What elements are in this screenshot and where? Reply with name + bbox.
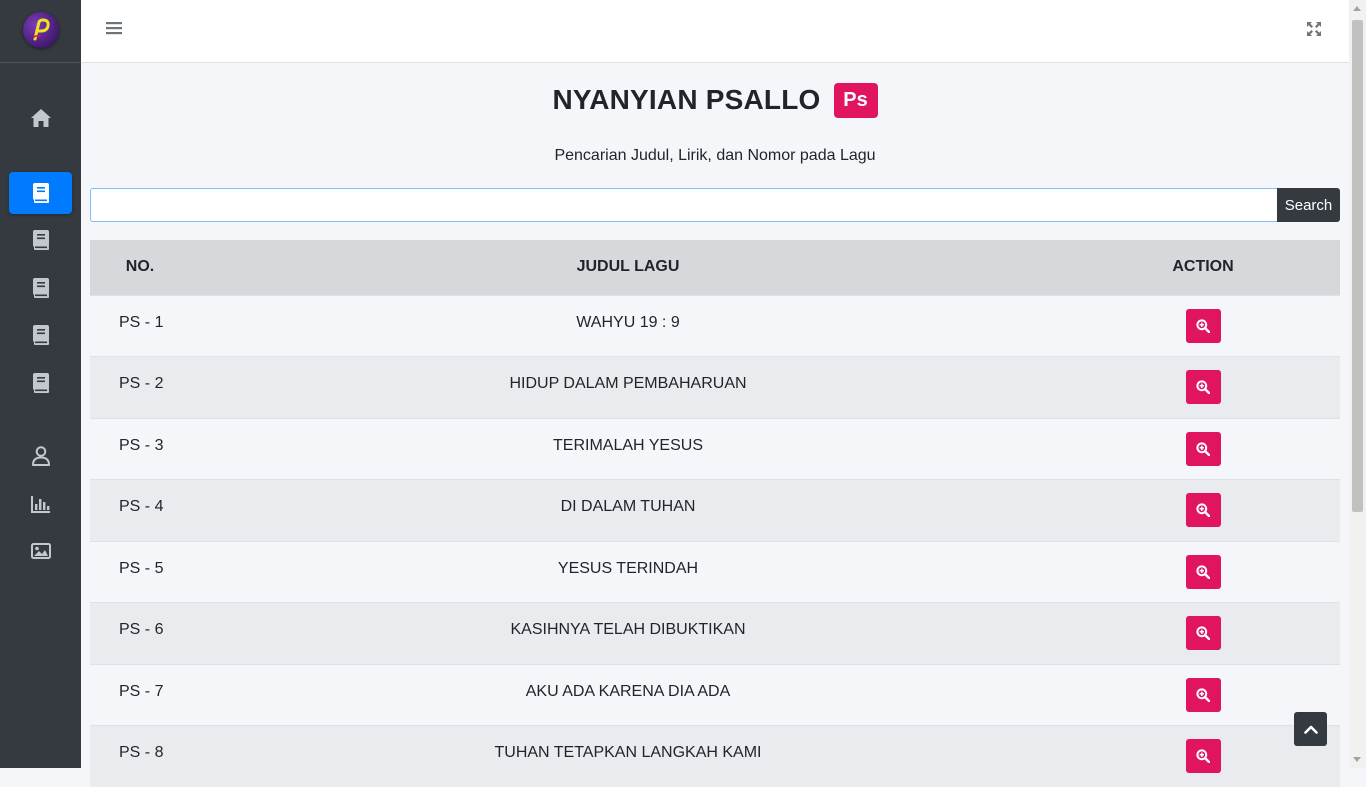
table-row: PS - 7AKU ADA KARENA DIA ADA [90,664,1340,726]
song-title: AKU ADA KARENA DIA ADA [190,664,1066,726]
column-header-title: JUDUL LAGU [190,240,1066,295]
menu-toggle-button[interactable] [105,20,125,40]
song-number: PS - 4 [90,480,190,542]
book-icon [33,230,49,250]
home-icon [30,108,52,128]
user-icon [32,446,50,466]
back-to-top-button[interactable] [1294,712,1327,746]
sidebar-item-book-4[interactable] [9,314,72,356]
view-song-button[interactable] [1186,616,1221,650]
search-input[interactable] [90,188,1278,222]
search-plus-icon [1196,442,1210,456]
view-song-button[interactable] [1186,678,1221,712]
table-row: PS - 6KASIHNYA TELAH DIBUKTIKAN [90,603,1340,665]
search-plus-icon [1196,565,1210,579]
view-song-button[interactable] [1186,309,1221,343]
search-plus-icon [1196,626,1210,640]
expand-icon [1305,20,1323,38]
sidebar-item-gallery[interactable] [9,530,72,572]
column-header-action: ACTION [1066,240,1340,295]
search-plus-icon [1196,688,1210,702]
song-title: DI DALAM TUHAN [190,480,1066,542]
song-number: PS - 2 [90,357,190,419]
page-subtitle: Pencarian Judul, Lirik, dan Nomor pada L… [81,147,1349,165]
brand-logo-icon [28,17,54,43]
action-cell [1066,541,1340,603]
book-icon [33,278,49,298]
song-title: KASIHNYA TELAH DIBUKTIKAN [190,603,1066,665]
chart-bar-icon [31,495,51,513]
action-cell [1066,357,1340,419]
sidebar-item-chart[interactable] [9,483,72,525]
song-number: PS - 8 [90,726,190,787]
view-song-button[interactable] [1186,370,1221,404]
table-row: PS - 8TUHAN TETAPKAN LANGKAH KAMI [90,726,1340,787]
sidebar-item-book-5[interactable] [9,362,72,404]
fullscreen-button[interactable] [1305,20,1325,40]
song-title: HIDUP DALAM PEMBAHARUAN [190,357,1066,419]
image-icon [31,543,51,559]
search-button[interactable]: Search [1277,188,1340,222]
search-plus-icon [1196,749,1210,763]
book-icon [33,373,49,393]
page-header: NYANYIAN PSALLO Ps [81,78,1349,122]
view-song-button[interactable] [1186,555,1221,589]
scroll-thumb[interactable] [1352,20,1363,512]
song-title: YESUS TERINDAH [190,541,1066,603]
action-cell [1066,480,1340,542]
sidebar-item-book-3[interactable] [9,267,72,309]
brand-logo[interactable] [23,12,59,48]
action-cell [1066,418,1340,480]
top-navbar [81,0,1349,63]
search-plus-icon [1196,503,1210,517]
table-row: PS - 4DI DALAM TUHAN [90,480,1340,542]
table-header-row: NO. JUDUL LAGU ACTION [90,240,1340,295]
table-row: PS - 3TERIMALAH YESUS [90,418,1340,480]
scroll-down-arrow[interactable] [1353,757,1361,762]
table-row: PS - 2HIDUP DALAM PEMBAHARUAN [90,357,1340,419]
sidebar-item-book-2[interactable] [9,219,72,261]
page-title: NYANYIAN PSALLO [552,84,820,116]
song-number: PS - 5 [90,541,190,603]
ps-badge: Ps [834,83,878,118]
sidebar [0,0,81,768]
scroll-up-arrow[interactable] [1353,6,1361,11]
songs-table: NO. JUDUL LAGU ACTION PS - 1WAHYU 19 : 9… [90,240,1340,787]
book-icon [33,183,49,203]
action-cell [1066,295,1340,357]
chevron-up-icon [1304,724,1318,734]
song-title: WAHYU 19 : 9 [190,295,1066,357]
search-plus-icon [1196,380,1210,394]
brand[interactable] [0,0,81,63]
hamburger-icon [105,20,123,36]
view-song-button[interactable] [1186,493,1221,527]
song-number: PS - 7 [90,664,190,726]
action-cell [1066,603,1340,665]
search-plus-icon [1196,319,1210,333]
song-title: TUHAN TETAPKAN LANGKAH KAMI [190,726,1066,787]
book-icon [33,325,49,345]
table-row: PS - 1WAHYU 19 : 9 [90,295,1340,357]
table-row: PS - 5YESUS TERINDAH [90,541,1340,603]
song-number: PS - 3 [90,418,190,480]
page-scrollbar[interactable] [1349,0,1366,768]
sidebar-item-home[interactable] [9,97,72,139]
song-title: TERIMALAH YESUS [190,418,1066,480]
sidebar-item-book-1[interactable] [9,172,72,214]
sidebar-item-user[interactable] [9,435,72,477]
column-header-no: NO. [90,240,190,295]
view-song-button[interactable] [1186,432,1221,466]
song-number: PS - 6 [90,603,190,665]
song-number: PS - 1 [90,295,190,357]
